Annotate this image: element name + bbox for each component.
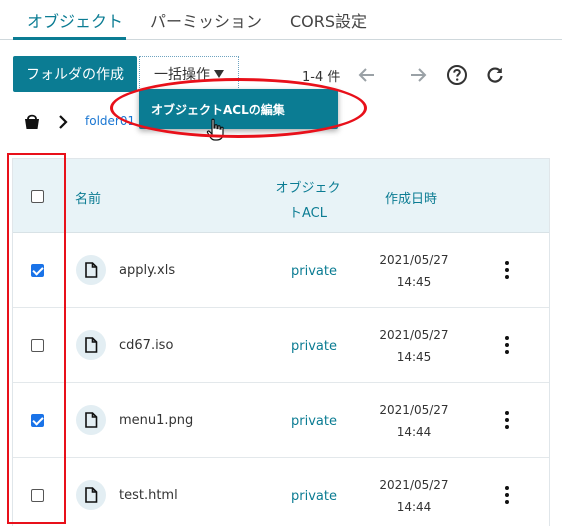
file-icon <box>76 330 106 360</box>
file-created: 2021/05/27 14:45 <box>373 249 455 293</box>
file-created: 2021/05/27 14:44 <box>373 474 455 518</box>
more-vert-icon[interactable] <box>503 411 511 431</box>
tab-bar: オブジェクト パーミッション CORS設定 <box>0 0 562 40</box>
header-created-date[interactable]: 作成日時 <box>385 188 437 207</box>
file-name[interactable]: cd67.iso <box>119 338 173 353</box>
table-header: 名前 オブジェク トACL 作成日時 <box>13 159 549 233</box>
chevron-right-icon <box>55 113 71 131</box>
file-name[interactable]: apply.xls <box>119 263 175 278</box>
file-created-date: 2021/05/27 <box>379 403 449 417</box>
more-vert-icon[interactable] <box>503 336 511 356</box>
tab-permissions[interactable]: パーミッション <box>150 8 262 40</box>
bucket-icon[interactable] <box>22 112 42 132</box>
header-object-acl-line2: トACL <box>289 206 327 221</box>
bulk-operations-label: 一括操作 <box>154 67 210 83</box>
file-created: 2021/05/27 14:45 <box>373 324 455 368</box>
more-vert-icon[interactable] <box>503 261 511 281</box>
item-count: 1-4 件 <box>302 70 341 85</box>
row-checkbox[interactable] <box>31 339 44 352</box>
breadcrumb-folder-link[interactable]: folder01 <box>85 114 135 128</box>
objects-table: 名前 オブジェク トACL 作成日時 apply.xls private 202… <box>12 158 550 526</box>
bulk-operations-button[interactable]: 一括操作 <box>139 56 239 92</box>
file-acl: private <box>291 489 337 504</box>
file-icon <box>76 480 106 510</box>
file-acl: private <box>291 414 337 429</box>
row-checkbox[interactable] <box>31 489 44 502</box>
file-created-date: 2021/05/27 <box>379 253 449 267</box>
file-acl: private <box>291 339 337 354</box>
file-created: 2021/05/27 14:44 <box>373 399 455 443</box>
file-acl: private <box>291 264 337 279</box>
table-row[interactable]: apply.xls private 2021/05/27 14:45 <box>13 233 549 308</box>
header-object-acl-line1: オブジェク <box>275 181 341 196</box>
bulk-operations-menu: オブジェクトACLの編集 <box>139 89 338 129</box>
arrow-right-icon[interactable] <box>407 64 429 86</box>
file-icon <box>76 405 106 435</box>
arrow-left-icon[interactable] <box>356 64 378 86</box>
file-name[interactable]: test.html <box>119 488 178 503</box>
header-name[interactable]: 名前 <box>75 188 101 207</box>
file-created-time: 14:44 <box>396 425 432 439</box>
file-created-date: 2021/05/27 <box>379 328 449 342</box>
file-name[interactable]: menu1.png <box>119 413 193 428</box>
file-created-time: 14:45 <box>396 350 432 364</box>
file-created-time: 14:44 <box>396 500 432 514</box>
caret-down-icon <box>214 70 224 78</box>
create-folder-button[interactable]: フォルダの作成 <box>13 56 137 92</box>
table-row[interactable]: menu1.png private 2021/05/27 14:44 <box>13 383 549 458</box>
refresh-icon[interactable] <box>484 64 506 86</box>
menu-item-edit-object-acl[interactable]: オブジェクトACLの編集 <box>151 101 285 118</box>
select-all-checkbox[interactable] <box>31 190 44 203</box>
row-checkbox[interactable] <box>31 264 44 277</box>
more-vert-icon[interactable] <box>503 486 511 506</box>
table-row[interactable]: cd67.iso private 2021/05/27 14:45 <box>13 308 549 383</box>
help-icon[interactable] <box>446 64 468 86</box>
hand-cursor-icon <box>205 118 227 142</box>
file-created-date: 2021/05/27 <box>379 478 449 492</box>
file-icon <box>76 255 106 285</box>
file-created-time: 14:45 <box>396 275 432 289</box>
header-object-acl: オブジェク トACL <box>268 177 348 221</box>
tab-cors-settings[interactable]: CORS設定 <box>290 8 367 40</box>
row-checkbox[interactable] <box>31 414 44 427</box>
tab-objects[interactable]: オブジェクト <box>13 8 126 40</box>
table-row[interactable]: test.html private 2021/05/27 14:44 <box>13 458 549 526</box>
page: オブジェクト パーミッション CORS設定 フォルダの作成 一括操作 1-4 件… <box>0 0 562 526</box>
